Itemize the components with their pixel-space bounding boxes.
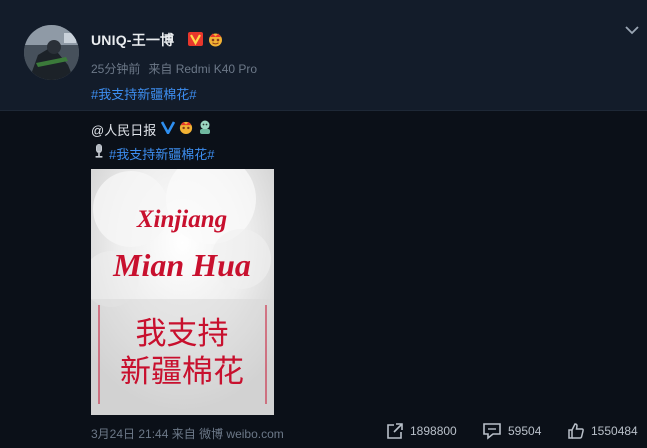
poster-line-2: Mian Hua (112, 247, 251, 283)
repost-source[interactable]: 微博 weibo.com (199, 427, 284, 441)
like-button[interactable]: 1550484 (567, 422, 638, 440)
repost-date[interactable]: 3月24日 21:44 (91, 427, 168, 441)
repost-count: 1898800 (410, 424, 457, 438)
username[interactable]: UNIQ-王一博 (91, 30, 174, 50)
chevron-down-icon[interactable] (624, 24, 640, 36)
crown-badge-icon[interactable] (207, 31, 224, 47)
post-hashtag[interactable]: #我支持新疆棉花# (91, 84, 196, 103)
microphone-icon (95, 144, 103, 158)
repost-badges (161, 119, 213, 135)
repost-username[interactable]: @人民日报 (91, 120, 156, 139)
poster-line-4: 新疆棉花 (120, 354, 244, 390)
poster-line-1: Xinjiang (136, 206, 227, 233)
post-card: UNIQ-王一博 25分钟前 来自 Redmi K40 Pro #我支持新疆棉花# (0, 0, 647, 111)
like-count: 1550484 (591, 424, 638, 438)
comment-count: 59504 (508, 424, 542, 438)
post-meta: 25分钟前 来自 Redmi K40 Pro (91, 60, 257, 77)
member-badge-icon[interactable] (197, 119, 213, 135)
poster-line-3: 我支持 (136, 316, 229, 352)
repost-image[interactable]: Xinjiang Mian Hua 我支持 新疆棉花 (91, 169, 274, 415)
thumbs-up-icon (568, 423, 584, 439)
source-prefix: 来自 (148, 62, 173, 76)
post-source[interactable]: Redmi K40 Pro (176, 62, 257, 76)
repost-icon (387, 423, 403, 439)
comment-icon (483, 423, 501, 440)
repost-hashtag[interactable]: #我支持新疆棉花# (109, 144, 214, 163)
verified-v-icon (188, 32, 203, 46)
repost-button[interactable]: 1898800 (386, 422, 457, 440)
repost-meta: 3月24日 21:44 来自 微博 weibo.com (91, 425, 284, 442)
repost-source-prefix: 来自 (171, 427, 196, 441)
verified-blue-icon (161, 121, 175, 134)
post-time[interactable]: 25分钟前 (91, 62, 140, 76)
comment-button[interactable]: 59504 (482, 422, 541, 440)
avatar[interactable] (24, 25, 79, 80)
crown-badge-icon[interactable] (178, 119, 194, 135)
